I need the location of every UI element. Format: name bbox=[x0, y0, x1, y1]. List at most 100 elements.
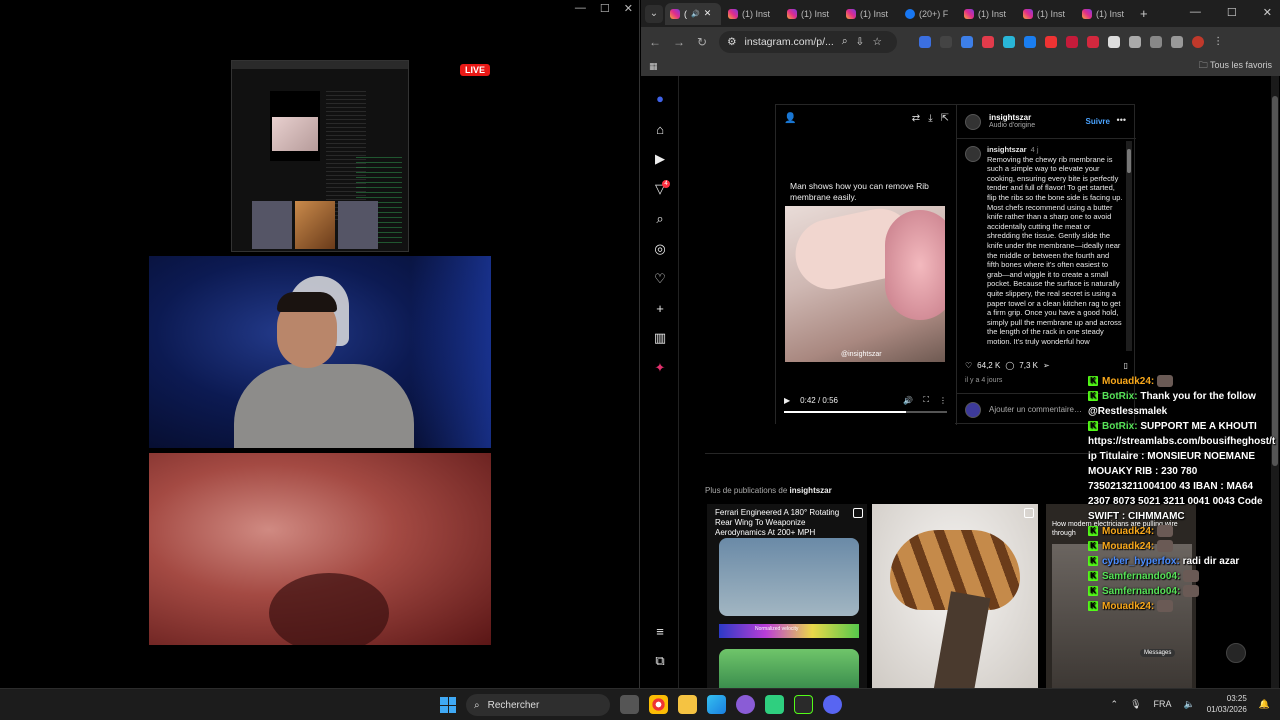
comment-icon[interactable]: ◯ bbox=[1005, 361, 1014, 370]
maximize-icon[interactable]: ☐ bbox=[1227, 6, 1237, 19]
play-icon[interactable]: ▶ bbox=[784, 396, 790, 405]
chat-username[interactable]: Mouadk24: bbox=[1102, 601, 1154, 612]
browser-tab[interactable]: (🔊 ✕ bbox=[665, 2, 721, 25]
zoom-icon[interactable]: ⌕ bbox=[842, 35, 848, 48]
extension-icon[interactable] bbox=[1003, 35, 1016, 48]
instagram-logo-icon[interactable]: ● bbox=[653, 92, 667, 106]
minimize-icon[interactable]: — bbox=[575, 2, 586, 15]
chat-username[interactable]: BotRix: bbox=[1102, 421, 1138, 432]
user-icon[interactable]: 👤 bbox=[784, 113, 796, 124]
install-icon[interactable]: ⇩ bbox=[856, 36, 865, 48]
chat-username[interactable]: Mouadk24: bbox=[1102, 526, 1154, 537]
browser-tab[interactable]: (1) Inst bbox=[959, 3, 1016, 25]
chat-username[interactable]: cyber_hyperfox: bbox=[1102, 556, 1180, 567]
reel-player[interactable]: 👤 ⇄ ⤓ ⇱ Man shows how you can remove Rib… bbox=[776, 105, 955, 425]
caption-username[interactable]: insightszar bbox=[987, 145, 1027, 154]
notifications-bell-icon[interactable]: 🔔 bbox=[1259, 699, 1270, 710]
all-bookmarks[interactable]: 🗀 Tous les favoris bbox=[1199, 58, 1272, 74]
extension-icon[interactable] bbox=[1108, 35, 1121, 48]
fullscreen-icon[interactable]: ⛶ bbox=[923, 395, 929, 405]
microphone-icon[interactable]: 🎙 bbox=[1130, 699, 1141, 710]
edge-icon[interactable] bbox=[707, 695, 726, 714]
extension-icon[interactable] bbox=[940, 35, 953, 48]
puzzle-icon[interactable] bbox=[1150, 35, 1163, 48]
browser-tab[interactable]: (1) Inst bbox=[782, 3, 839, 25]
volume-icon[interactable]: 🔊 bbox=[903, 396, 913, 405]
remix-icon[interactable]: ⇄ bbox=[912, 113, 920, 124]
language-indicator[interactable]: FRA bbox=[1154, 699, 1172, 709]
file-explorer-icon[interactable] bbox=[678, 695, 697, 714]
search-icon[interactable]: ⌕ bbox=[653, 212, 667, 226]
extension-icon[interactable] bbox=[982, 35, 995, 48]
reload-icon[interactable]: ↻ bbox=[697, 35, 707, 49]
discord-icon[interactable] bbox=[823, 695, 842, 714]
app-icon[interactable] bbox=[765, 695, 784, 714]
author-username[interactable]: insightszar bbox=[989, 113, 1035, 122]
share-icon[interactable]: ⇱ bbox=[941, 113, 949, 124]
explore-icon[interactable]: ◎ bbox=[653, 242, 667, 256]
chat-username[interactable]: Samfernando04: bbox=[1102, 571, 1180, 582]
close-icon[interactable]: ✕ bbox=[624, 2, 633, 15]
close-icon[interactable]: ✕ bbox=[1263, 6, 1272, 19]
chat-username[interactable]: BotRix: bbox=[1102, 391, 1138, 402]
tab-close-icon[interactable]: ✕ bbox=[704, 8, 712, 19]
browser-tab[interactable]: (1) Inst bbox=[723, 3, 780, 25]
more-menu-icon[interactable]: ⋮ bbox=[1213, 36, 1225, 48]
chat-username[interactable]: Mouadk24: bbox=[1102, 376, 1154, 387]
caption-avatar[interactable] bbox=[965, 146, 981, 162]
more-menu-icon[interactable]: ≡ bbox=[653, 625, 667, 639]
extension-icon[interactable] bbox=[1129, 35, 1142, 48]
dashboard-icon[interactable]: ▥ bbox=[653, 331, 667, 345]
share-icon[interactable]: ➢ bbox=[1043, 361, 1050, 370]
like-icon[interactable]: ♡ bbox=[965, 361, 972, 370]
home-icon[interactable]: ⌂ bbox=[653, 123, 667, 137]
bookmark-star-icon[interactable]: ☆ bbox=[872, 36, 881, 48]
chat-username[interactable]: Mouadk24: bbox=[1102, 541, 1154, 552]
browser-tab[interactable]: (1) Inst bbox=[1018, 3, 1075, 25]
minimize-icon[interactable]: — bbox=[1190, 6, 1201, 19]
video-more-icon[interactable]: ⋮ bbox=[939, 396, 947, 405]
more-post-thumbnail[interactable]: Ferrari Engineered A 180° Rotating Rear … bbox=[707, 504, 867, 688]
profile-icon[interactable]: ✦ bbox=[653, 361, 667, 375]
profile-avatar[interactable] bbox=[1192, 35, 1205, 48]
extension-icon[interactable] bbox=[961, 35, 974, 48]
tab-audio-icon[interactable]: 🔊 bbox=[691, 10, 700, 18]
media-icon[interactable] bbox=[1171, 35, 1184, 48]
follow-button[interactable]: Suivre bbox=[1086, 117, 1110, 126]
clock[interactable]: 03:25 01/03/2026 bbox=[1207, 693, 1247, 715]
download-icon[interactable]: ⤓ bbox=[928, 113, 932, 124]
volume-icon[interactable]: 🔈 bbox=[1184, 699, 1195, 710]
back-icon[interactable]: ← bbox=[649, 35, 661, 49]
chrome-icon[interactable] bbox=[649, 695, 668, 714]
address-bar[interactable]: ⚙ instagram.com/p/... ⌕ ⇩ ☆ bbox=[719, 30, 898, 53]
browser-tab[interactable]: (1) Inst bbox=[1077, 3, 1134, 25]
messages-fab-icon[interactable] bbox=[1226, 643, 1246, 663]
messages-pill[interactable]: Messages bbox=[1140, 649, 1176, 657]
reel-video-frame[interactable]: @insightszar bbox=[785, 206, 945, 362]
task-view-icon[interactable] bbox=[620, 695, 639, 714]
app-icon[interactable] bbox=[736, 695, 755, 714]
tray-chevron-icon[interactable]: ⌃ bbox=[1111, 699, 1119, 710]
windows-start-icon[interactable] bbox=[440, 697, 456, 713]
maximize-icon[interactable]: ☐ bbox=[600, 2, 610, 15]
audio-label[interactable]: Audio d'origine bbox=[989, 122, 1035, 129]
create-icon[interactable]: + bbox=[653, 302, 667, 316]
chat-username[interactable]: Samfernando04: bbox=[1102, 586, 1180, 597]
meta-apps-icon[interactable]: ⧉ bbox=[653, 654, 667, 668]
extension-icon[interactable] bbox=[1045, 35, 1058, 48]
caption-scrollbar[interactable] bbox=[1126, 141, 1132, 351]
apps-grid-icon[interactable]: ▦ bbox=[649, 61, 658, 72]
post-options-icon[interactable]: ••• bbox=[1117, 115, 1126, 125]
save-icon[interactable]: ▯ bbox=[1124, 361, 1128, 370]
browser-tab[interactable]: (20+) F bbox=[900, 3, 957, 25]
forward-icon[interactable]: → bbox=[673, 35, 685, 49]
video-progress-bar[interactable] bbox=[784, 411, 947, 413]
more-post-thumbnail[interactable] bbox=[872, 504, 1038, 688]
notifications-heart-icon[interactable]: ♡ bbox=[653, 272, 667, 286]
extension-icon[interactable] bbox=[1024, 35, 1037, 48]
comment-input[interactable]: Ajouter un commentaire… bbox=[989, 405, 1082, 414]
more-posts-user[interactable]: insightszar bbox=[790, 486, 832, 495]
author-avatar[interactable] bbox=[965, 114, 981, 130]
extension-icon[interactable] bbox=[1087, 35, 1100, 48]
taskbar-search[interactable]: ⌕ Rechercher bbox=[466, 694, 610, 716]
